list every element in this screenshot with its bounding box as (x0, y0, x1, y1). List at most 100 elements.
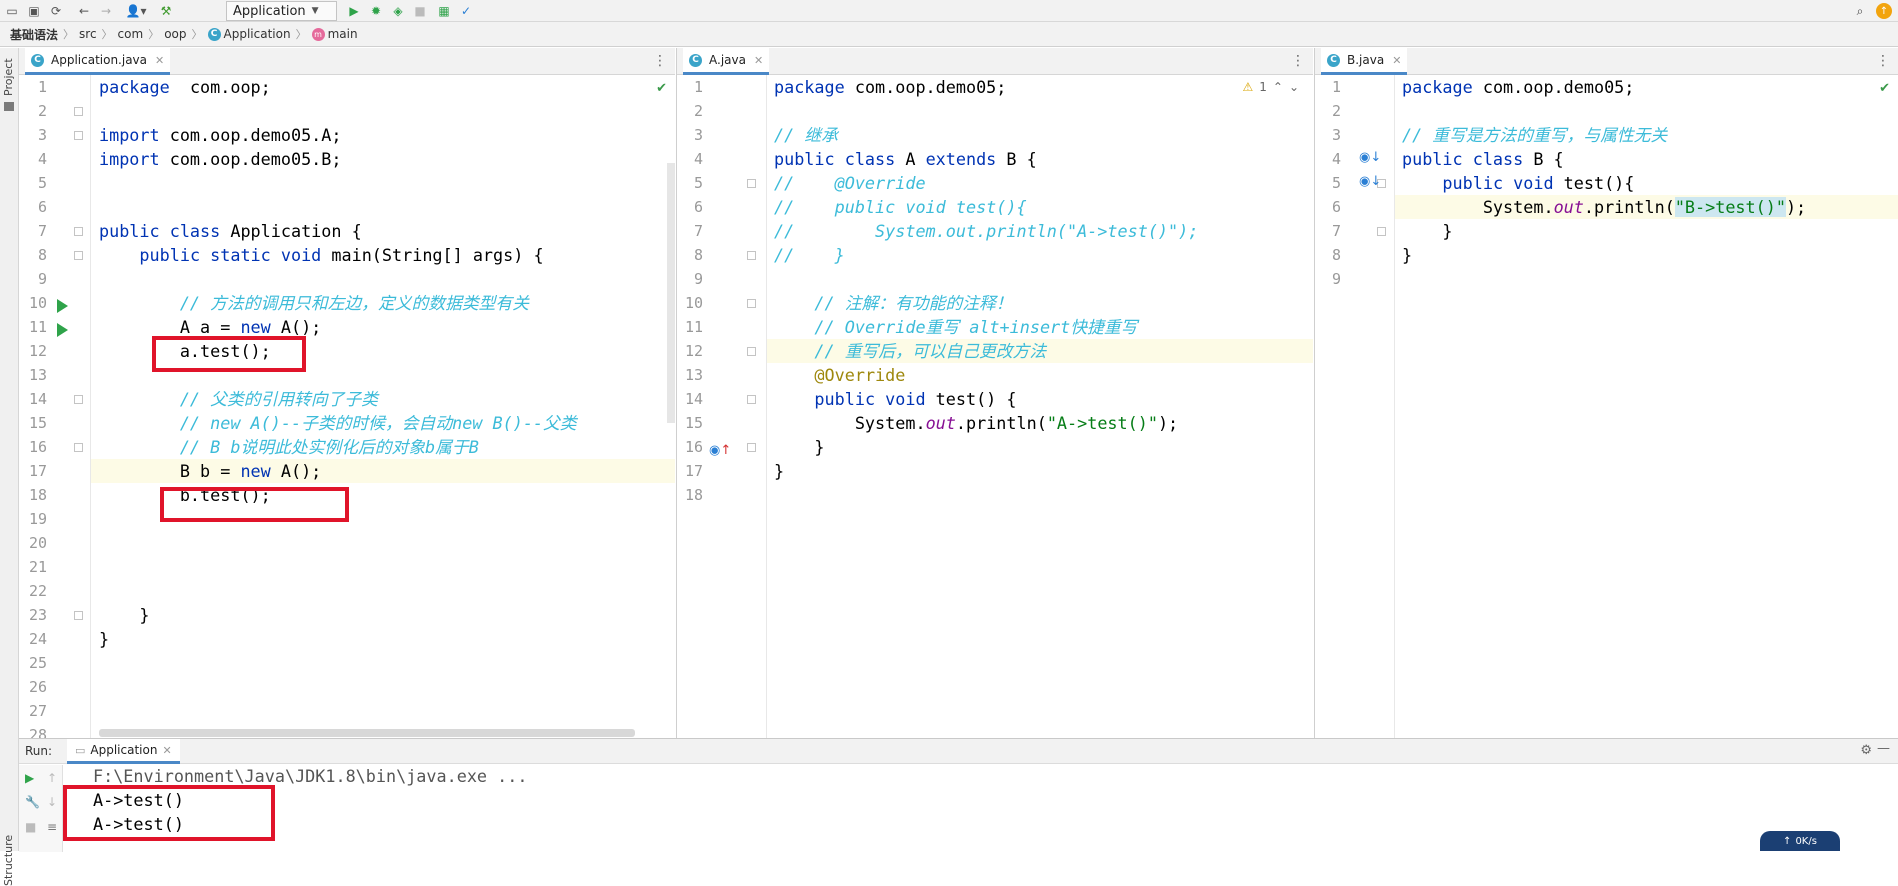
inspection-ok-icon[interactable]: ✔ (1879, 81, 1890, 96)
close-icon[interactable]: ✕ (162, 744, 171, 757)
fold-marker-icon[interactable] (74, 131, 83, 140)
breadcrumb-method[interactable]: main (328, 27, 358, 41)
run-configuration-select[interactable]: Application ▼ (226, 1, 337, 21)
code-lines[interactable]: package com.oop; import com.oop.demo05.A;… (99, 75, 675, 738)
fold-marker-icon[interactable] (74, 395, 83, 404)
tab-application-java[interactable]: C Application.java ✕ (25, 48, 171, 75)
breadcrumb-oop[interactable]: oop (164, 27, 186, 41)
code-token: B { (1523, 149, 1564, 169)
close-icon[interactable]: ✕ (754, 54, 763, 67)
overridden-class-icon[interactable]: ◉↓ (1359, 150, 1381, 165)
forward-icon[interactable]: → (98, 2, 114, 20)
code-token: import (99, 125, 160, 145)
debug-icon[interactable]: ✹ (368, 2, 384, 20)
line-number: 1 (1331, 78, 1341, 96)
line-number: 1 (693, 78, 703, 96)
fold-marker-icon[interactable] (74, 443, 83, 452)
code-line: } (1402, 243, 1898, 267)
line-number: 14 (684, 390, 703, 408)
previous-highlight-icon[interactable]: ⌃ (1273, 80, 1283, 94)
code-line: // 注解：有功能的注释！ (774, 291, 1313, 315)
code-line: import com.oop.demo05.B; (99, 147, 675, 171)
run-gutter-icon[interactable] (57, 323, 68, 337)
gear-icon[interactable]: ⚙ (1860, 743, 1872, 758)
close-icon[interactable]: ✕ (155, 54, 164, 67)
code-token: .println( (1583, 197, 1675, 217)
structure-tool-window-button[interactable]: Structure (2, 835, 15, 886)
breadcrumb-project[interactable]: 基础语法 (10, 26, 58, 43)
code-token: // 方法的调用只和左边，定义的数据类型有关 (179, 293, 529, 313)
run-icon[interactable]: ▶ (346, 2, 362, 20)
up-arrow-icon[interactable]: ↑ (47, 771, 57, 785)
fold-marker-icon[interactable] (747, 443, 756, 452)
run-gutter-icon[interactable] (57, 299, 68, 313)
fold-marker-icon[interactable] (747, 179, 756, 188)
code-token: new (240, 461, 271, 481)
code-line: // public void test(){ (774, 195, 1313, 219)
breadcrumb-src[interactable]: src (79, 27, 97, 41)
fold-marker-icon[interactable] (74, 107, 83, 116)
fold-marker-icon[interactable] (747, 251, 756, 260)
code-lines[interactable]: package com.oop.demo05;// 继承 public class… (774, 75, 1313, 738)
stop-icon[interactable]: ■ (25, 820, 36, 834)
project-tool-window-button[interactable]: Project (2, 58, 15, 96)
breadcrumb-class[interactable]: Application (224, 27, 291, 41)
open-icon[interactable]: ▭ (4, 2, 20, 20)
close-icon[interactable]: ✕ (1392, 54, 1401, 67)
profiler-icon[interactable]: ▦ (436, 2, 452, 20)
soft-wrap-icon[interactable]: ≡ (47, 820, 57, 834)
fold-marker-icon[interactable] (747, 299, 756, 308)
fold-marker-icon[interactable] (1377, 227, 1386, 236)
line-number: 21 (28, 558, 47, 576)
search-icon[interactable]: ⌕ (1852, 2, 1868, 20)
code-line: } (99, 603, 675, 627)
coverage-icon[interactable]: ◈ (390, 2, 406, 20)
line-number: 8 (693, 246, 703, 264)
overrides-method-icon[interactable]: ◉↑ (709, 443, 731, 458)
back-icon[interactable]: ← (76, 2, 92, 20)
overridden-method-icon[interactable]: ◉↓ (1359, 174, 1381, 189)
code-lines[interactable]: package com.oop.demo05; // 重写是方法的重写，与属性无关… (1402, 75, 1898, 738)
more-options-icon[interactable]: ⋮ (653, 53, 667, 69)
line-number: 7 (693, 222, 703, 240)
more-options-icon[interactable]: ⋮ (1291, 53, 1305, 69)
sync-icon[interactable]: ⟳ (48, 2, 64, 20)
wrench-icon[interactable]: 🔧 (25, 795, 40, 809)
save-icon[interactable]: ▣ (26, 2, 42, 20)
more-options-icon[interactable]: ⋮ (1876, 53, 1890, 69)
fold-marker-icon[interactable] (74, 227, 83, 236)
rerun-icon[interactable]: ▶ (25, 771, 34, 785)
user-icon[interactable]: 👤▾ (124, 2, 148, 20)
minimize-icon[interactable]: — (1877, 741, 1890, 756)
line-number: 9 (1331, 270, 1341, 288)
fold-marker-icon[interactable] (747, 395, 756, 404)
inspection-ok-icon[interactable]: ✔ (656, 81, 667, 96)
code-token: out (1553, 197, 1584, 217)
breadcrumb-com[interactable]: com (118, 27, 144, 41)
build-icon[interactable]: ⚒ (158, 2, 174, 20)
line-number: 3 (693, 126, 703, 144)
update-icon[interactable]: ✓ (458, 2, 474, 20)
code-token: // 父类的引用转向了子类 (179, 389, 378, 409)
code-line: @Override (774, 363, 1313, 387)
tab-b-java[interactable]: C B.java ✕ (1321, 48, 1408, 75)
run-tab-application[interactable]: ▭ Application ✕ (67, 739, 180, 764)
code-line: System.out.println("A->test()"); (774, 411, 1313, 435)
fold-marker-icon[interactable] (74, 611, 83, 620)
updates-badge-icon[interactable]: ↑ (1876, 3, 1892, 19)
stop-icon[interactable]: ■ (412, 2, 428, 20)
fold-marker-icon[interactable] (74, 251, 83, 260)
tab-a-java[interactable]: C A.java ✕ (683, 48, 770, 75)
vertical-scrollbar[interactable] (667, 163, 675, 423)
line-numbers: 1 2 3 4 5 6 7 8 9 10 11 12 13 14 15 16 17 18 (677, 75, 703, 507)
fold-marker-icon[interactable] (747, 347, 756, 356)
inspection-widget[interactable]: ⚠ 1 ⌃ ⌄ (1242, 80, 1299, 94)
down-arrow-icon[interactable]: ↓ (47, 795, 57, 809)
next-highlight-icon[interactable]: ⌄ (1289, 80, 1299, 94)
code-line: } (774, 459, 1313, 483)
horizontal-scrollbar[interactable] (99, 729, 635, 737)
